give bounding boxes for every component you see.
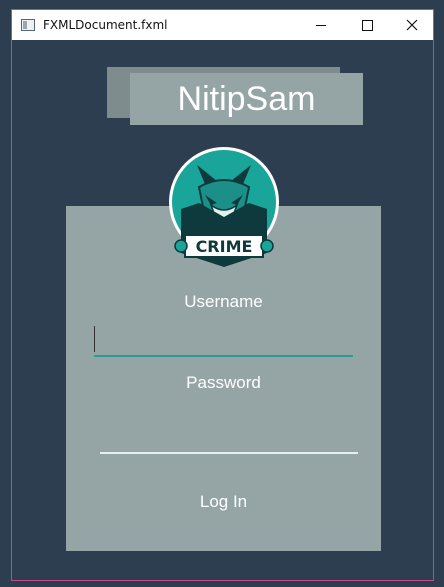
crime-logo-icon: CRIME bbox=[169, 147, 279, 267]
app-window: FXMLDocument.fxml NitipSam Username Pass… bbox=[11, 9, 434, 581]
minimize-icon bbox=[316, 24, 326, 26]
logo-text: CRIME bbox=[196, 237, 253, 256]
app-title-box: NitipSam bbox=[130, 73, 363, 125]
text-caret bbox=[94, 326, 95, 352]
window-app-icon bbox=[21, 19, 35, 31]
maximize-icon bbox=[361, 19, 373, 31]
maximize-button[interactable] bbox=[344, 10, 390, 40]
login-button[interactable]: Log In bbox=[166, 488, 281, 516]
close-button[interactable] bbox=[389, 10, 433, 40]
close-icon bbox=[406, 19, 418, 31]
username-field[interactable] bbox=[94, 326, 353, 357]
minimize-button[interactable] bbox=[298, 10, 344, 40]
title-bar[interactable]: FXMLDocument.fxml bbox=[12, 10, 433, 40]
app-title: NitipSam bbox=[177, 79, 316, 118]
main-content: NitipSam Username Password Log In CRIME bbox=[12, 40, 433, 581]
password-label: Password bbox=[186, 373, 261, 392]
username-label: Username bbox=[184, 292, 263, 311]
window-title: FXMLDocument.fxml bbox=[43, 18, 168, 32]
bottom-strip bbox=[90, 580, 143, 581]
password-field[interactable] bbox=[100, 452, 358, 454]
